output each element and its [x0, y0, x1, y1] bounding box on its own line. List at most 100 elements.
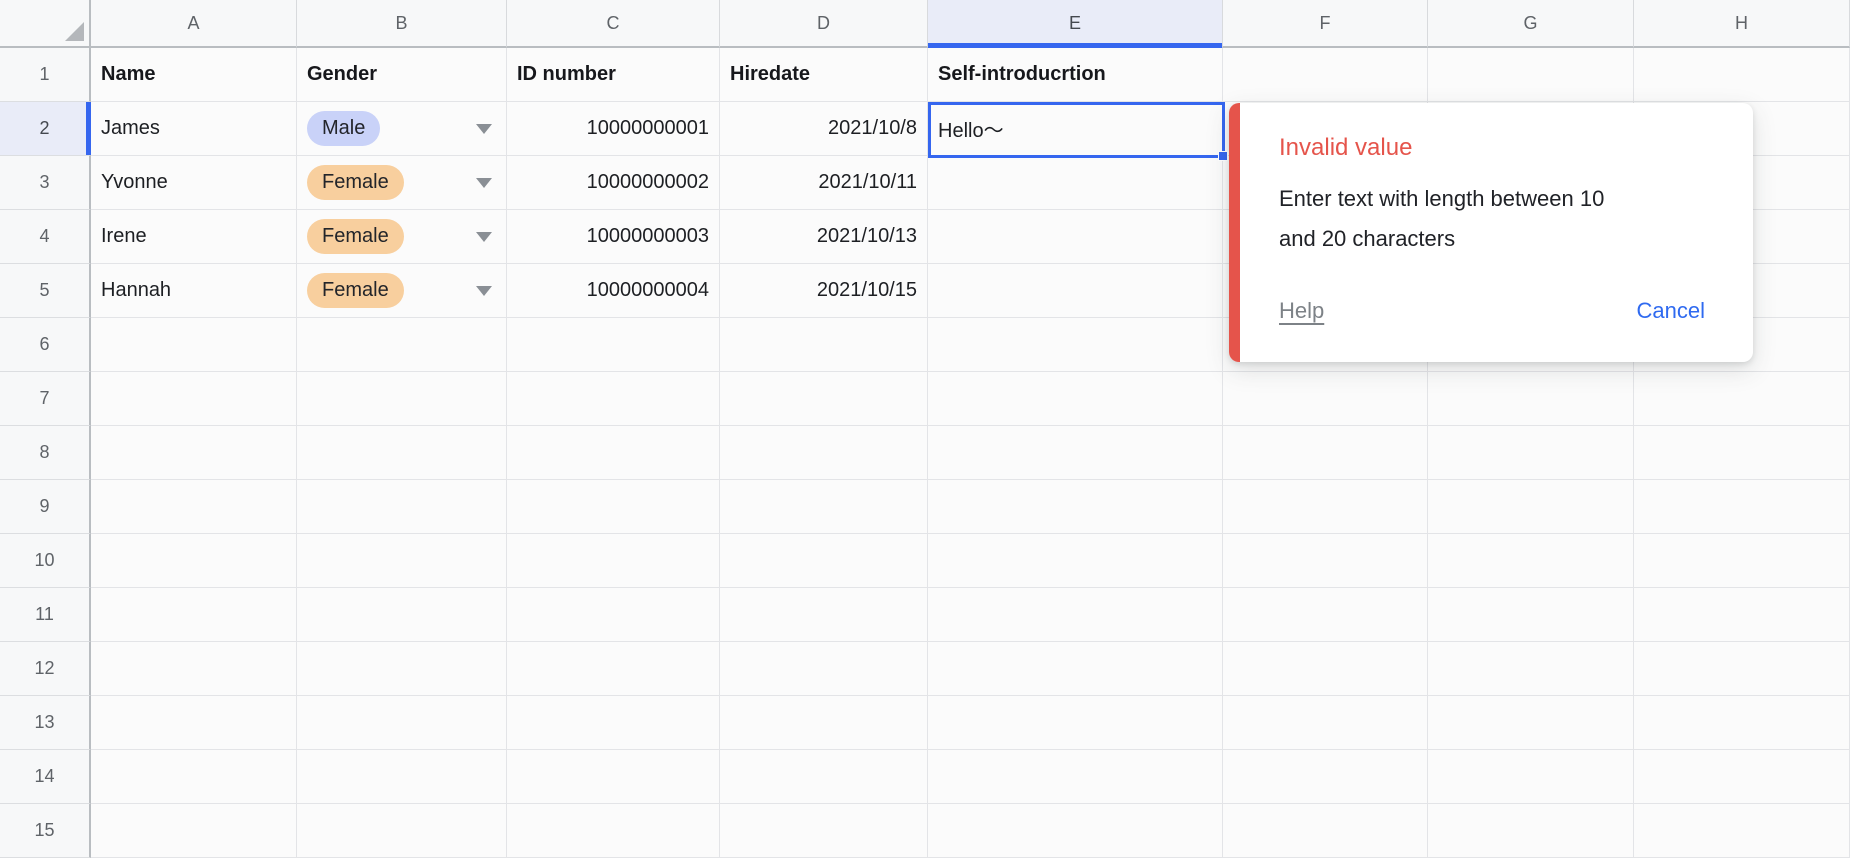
dropdown-arrow-icon[interactable]: [476, 285, 492, 296]
gender-chip[interactable]: Female: [307, 165, 404, 200]
cell-D12[interactable]: [720, 642, 928, 696]
column-header-G[interactable]: G: [1428, 0, 1634, 48]
cell-B4[interactable]: Female: [297, 210, 507, 264]
cell-G9[interactable]: [1428, 480, 1634, 534]
cell-C10[interactable]: [507, 534, 720, 588]
cell-A15[interactable]: [91, 804, 297, 858]
cell-F9[interactable]: [1223, 480, 1428, 534]
cell-C8[interactable]: [507, 426, 720, 480]
column-header-H[interactable]: H: [1634, 0, 1850, 48]
cell-D14[interactable]: [720, 750, 928, 804]
cell-D2[interactable]: 2021/10/8: [720, 102, 928, 156]
cell-C11[interactable]: [507, 588, 720, 642]
cell-E9[interactable]: [928, 480, 1223, 534]
cell-A8[interactable]: [91, 426, 297, 480]
cell-E12[interactable]: [928, 642, 1223, 696]
cell-E2[interactable]: Hello～: [928, 102, 1223, 156]
cell-E6[interactable]: [928, 318, 1223, 372]
row-header-3[interactable]: 3: [0, 156, 91, 210]
cell-G11[interactable]: [1428, 588, 1634, 642]
dropdown-arrow-icon[interactable]: [476, 177, 492, 188]
cell-H15[interactable]: [1634, 804, 1850, 858]
cell-B3[interactable]: Female: [297, 156, 507, 210]
cell-H13[interactable]: [1634, 696, 1850, 750]
row-header-10[interactable]: 10: [0, 534, 91, 588]
gender-chip[interactable]: Female: [307, 273, 404, 308]
row-header-11[interactable]: 11: [0, 588, 91, 642]
cell-G10[interactable]: [1428, 534, 1634, 588]
row-header-12[interactable]: 12: [0, 642, 91, 696]
cell-H11[interactable]: [1634, 588, 1850, 642]
row-header-1[interactable]: 1: [0, 48, 91, 102]
cell-H9[interactable]: [1634, 480, 1850, 534]
cell-E10[interactable]: [928, 534, 1223, 588]
dropdown-arrow-icon[interactable]: [476, 123, 492, 134]
cell-C14[interactable]: [507, 750, 720, 804]
cell-C13[interactable]: [507, 696, 720, 750]
cell-B13[interactable]: [297, 696, 507, 750]
cell-C3[interactable]: 10000000002: [507, 156, 720, 210]
gender-chip[interactable]: Female: [307, 219, 404, 254]
column-header-B[interactable]: B: [297, 0, 507, 48]
column-header-D[interactable]: D: [720, 0, 928, 48]
row-header-14[interactable]: 14: [0, 750, 91, 804]
column-header-F[interactable]: F: [1223, 0, 1428, 48]
cell-E11[interactable]: [928, 588, 1223, 642]
cell-H12[interactable]: [1634, 642, 1850, 696]
cell-C6[interactable]: [507, 318, 720, 372]
column-header-C[interactable]: C: [507, 0, 720, 48]
cell-F7[interactable]: [1223, 372, 1428, 426]
cell-B7[interactable]: [297, 372, 507, 426]
cell-D10[interactable]: [720, 534, 928, 588]
cell-D15[interactable]: [720, 804, 928, 858]
cell-B14[interactable]: [297, 750, 507, 804]
cell-D4[interactable]: 2021/10/13: [720, 210, 928, 264]
cell-H14[interactable]: [1634, 750, 1850, 804]
cell-E13[interactable]: [928, 696, 1223, 750]
cell-B1[interactable]: Gender: [297, 48, 507, 102]
select-all-button[interactable]: [0, 0, 91, 48]
cell-C5[interactable]: 10000000004: [507, 264, 720, 318]
cell-E15[interactable]: [928, 804, 1223, 858]
cell-F11[interactable]: [1223, 588, 1428, 642]
cell-G1[interactable]: [1428, 48, 1634, 102]
cell-A1[interactable]: Name: [91, 48, 297, 102]
cell-B8[interactable]: [297, 426, 507, 480]
cell-C4[interactable]: 10000000003: [507, 210, 720, 264]
column-header-E[interactable]: E: [928, 0, 1223, 48]
cell-F8[interactable]: [1223, 426, 1428, 480]
row-header-4[interactable]: 4: [0, 210, 91, 264]
cell-F1[interactable]: [1223, 48, 1428, 102]
cell-A7[interactable]: [91, 372, 297, 426]
cell-B10[interactable]: [297, 534, 507, 588]
cell-F15[interactable]: [1223, 804, 1428, 858]
cell-G12[interactable]: [1428, 642, 1634, 696]
row-header-15[interactable]: 15: [0, 804, 91, 858]
cell-C1[interactable]: ID number: [507, 48, 720, 102]
cell-D11[interactable]: [720, 588, 928, 642]
cell-G8[interactable]: [1428, 426, 1634, 480]
cell-A12[interactable]: [91, 642, 297, 696]
cell-F14[interactable]: [1223, 750, 1428, 804]
cell-D1[interactable]: Hiredate: [720, 48, 928, 102]
cell-A9[interactable]: [91, 480, 297, 534]
cancel-button[interactable]: Cancel: [1637, 298, 1705, 324]
cell-E4[interactable]: [928, 210, 1223, 264]
cell-D13[interactable]: [720, 696, 928, 750]
row-header-13[interactable]: 13: [0, 696, 91, 750]
cell-G14[interactable]: [1428, 750, 1634, 804]
cell-B5[interactable]: Female: [297, 264, 507, 318]
column-header-A[interactable]: A: [91, 0, 297, 48]
cell-H10[interactable]: [1634, 534, 1850, 588]
cell-B6[interactable]: [297, 318, 507, 372]
row-header-6[interactable]: 6: [0, 318, 91, 372]
dropdown-arrow-icon[interactable]: [476, 231, 492, 242]
cell-G13[interactable]: [1428, 696, 1634, 750]
cell-E1[interactable]: Self-introducrtion: [928, 48, 1223, 102]
row-header-5[interactable]: 5: [0, 264, 91, 318]
cell-D8[interactable]: [720, 426, 928, 480]
cell-A3[interactable]: Yvonne: [91, 156, 297, 210]
cell-H1[interactable]: [1634, 48, 1850, 102]
cell-E7[interactable]: [928, 372, 1223, 426]
cell-D7[interactable]: [720, 372, 928, 426]
